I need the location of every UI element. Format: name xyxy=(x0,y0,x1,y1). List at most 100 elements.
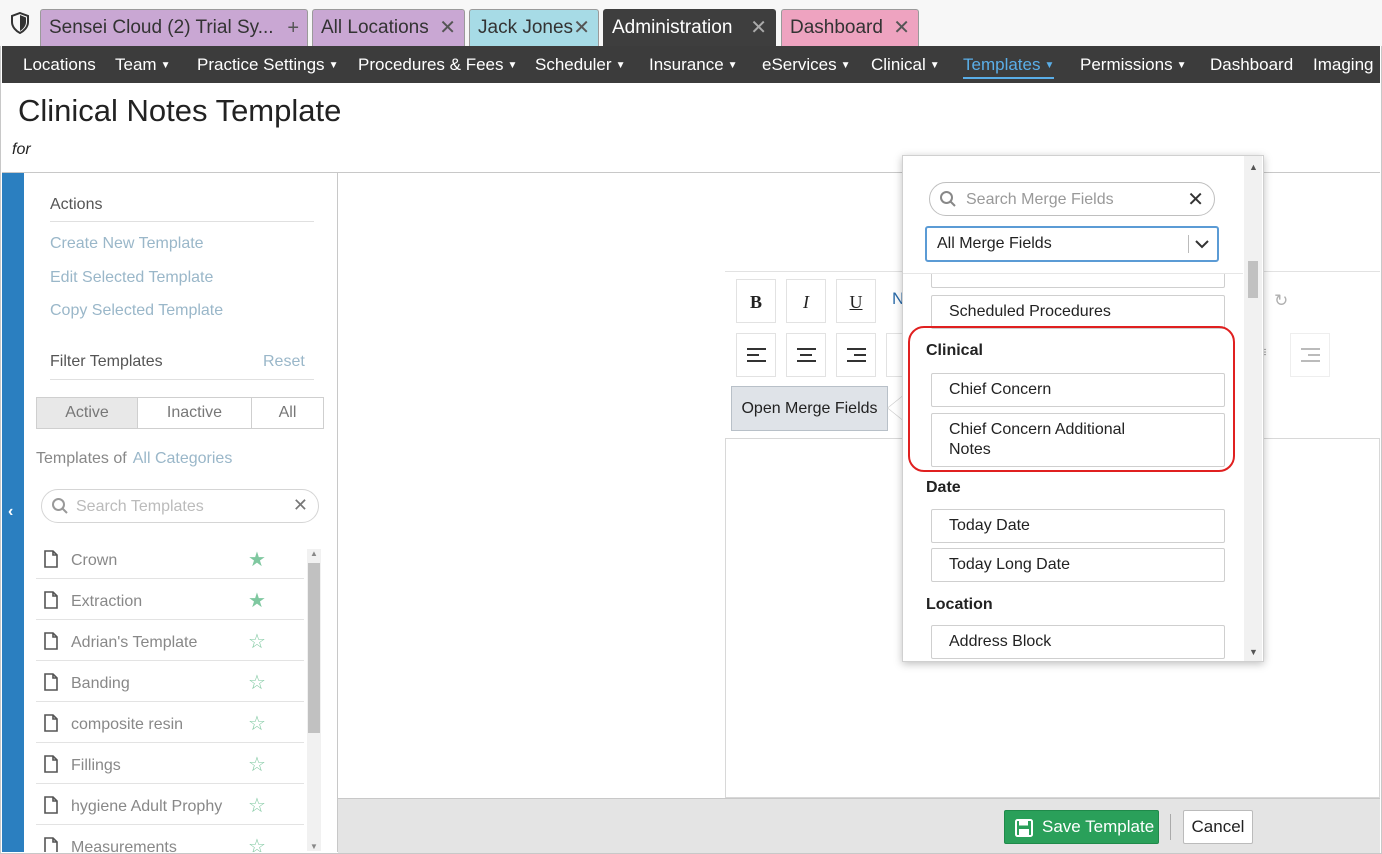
filter-all-button[interactable]: All xyxy=(251,398,323,428)
open-merge-fields-button[interactable]: Open Merge Fields xyxy=(731,386,888,431)
nav-scheduler[interactable]: Scheduler ▼ xyxy=(535,46,625,83)
nav-practice-settings[interactable]: Practice Settings ▼ xyxy=(197,46,338,83)
nav-clinical[interactable]: Clinical ▼ xyxy=(871,46,940,83)
nav-templates[interactable]: Templates ▼ xyxy=(963,46,1055,83)
star-outline-icon[interactable]: ☆ xyxy=(248,752,266,777)
nav-eservices[interactable]: eServices ▼ xyxy=(762,46,851,83)
category-link[interactable]: All Categories xyxy=(133,450,233,467)
close-icon[interactable]: ✕ xyxy=(573,10,590,46)
scrollbar-thumb[interactable] xyxy=(308,563,320,733)
template-row[interactable]: Fillings ☆ xyxy=(36,749,304,784)
close-icon[interactable]: ✕ xyxy=(750,10,767,46)
page-title: Clinical Notes Template xyxy=(18,93,342,128)
caret-down-icon: ▼ xyxy=(929,60,940,71)
document-icon xyxy=(44,591,58,614)
nav-permissions[interactable]: Permissions ▼ xyxy=(1080,46,1187,83)
edit-template-link[interactable]: Edit Selected Template xyxy=(50,269,213,287)
bold-button[interactable]: B xyxy=(736,279,776,323)
reset-filter-link[interactable]: Reset xyxy=(263,353,305,371)
nav-insurance[interactable]: Insurance ▼ xyxy=(649,46,738,83)
shield-icon[interactable] xyxy=(10,12,30,34)
plus-icon[interactable]: + xyxy=(287,10,299,46)
tab-administration[interactable]: Administration ✕ xyxy=(603,9,776,46)
template-row[interactable]: Measurements ☆ xyxy=(36,831,304,852)
nav-imaging[interactable]: Imaging xyxy=(1313,46,1373,83)
star-filled-icon[interactable]: ★ xyxy=(248,547,266,572)
tab-all-locations[interactable]: All Locations ✕ xyxy=(312,9,465,46)
merge-group-heading: Location xyxy=(926,596,993,613)
template-list-scrollbar[interactable]: ▲ ▼ xyxy=(307,549,321,851)
scroll-down-icon[interactable]: ▼ xyxy=(1249,647,1258,657)
template-name: Adrian's Template xyxy=(71,634,198,651)
underline-button[interactable]: U xyxy=(836,279,876,323)
template-row[interactable]: hygiene Adult Prophy ☆ xyxy=(36,790,304,825)
template-row[interactable]: composite resin ☆ xyxy=(36,708,304,743)
popup-pointer xyxy=(888,396,903,420)
merge-search-input[interactable] xyxy=(964,189,1188,211)
merge-list-scrollbar[interactable]: ▲ ▼ xyxy=(1244,156,1262,661)
merge-field-item[interactable]: Today Long Date xyxy=(931,548,1225,582)
italic-button[interactable]: I xyxy=(786,279,826,323)
filter-inactive-button[interactable]: Inactive xyxy=(137,398,251,428)
chevron-left-icon[interactable]: ‹ xyxy=(8,503,13,521)
caret-down-icon: ▼ xyxy=(840,60,851,71)
template-row[interactable]: Extraction ★ xyxy=(36,585,304,620)
clear-search-icon[interactable]: ✕ xyxy=(1187,187,1204,212)
star-outline-icon[interactable]: ☆ xyxy=(248,711,266,736)
star-outline-icon[interactable]: ☆ xyxy=(248,793,266,818)
create-template-link[interactable]: Create New Template xyxy=(50,235,204,253)
template-row[interactable]: Banding ☆ xyxy=(36,667,304,702)
scroll-up-icon[interactable]: ▲ xyxy=(310,549,318,558)
save-template-button[interactable]: Save Template xyxy=(1004,810,1159,844)
merge-field-item[interactable]: Address Block xyxy=(931,625,1225,659)
sidebar-collapse-strip[interactable]: ‹ xyxy=(2,173,24,852)
template-row[interactable]: Adrian's Template ☆ xyxy=(36,626,304,661)
caret-down-icon: ▼ xyxy=(1176,60,1187,71)
nav-dashboard[interactable]: Dashboard xyxy=(1210,46,1293,83)
indent-button[interactable] xyxy=(1290,333,1330,377)
template-name: Measurements xyxy=(71,839,177,852)
nav-team[interactable]: Team ▼ xyxy=(115,46,170,83)
align-right-button[interactable] xyxy=(836,333,876,377)
align-left-button[interactable] xyxy=(736,333,776,377)
star-filled-icon[interactable]: ★ xyxy=(248,588,266,613)
template-row[interactable]: Crown ★ xyxy=(36,544,304,579)
scrollbar-thumb[interactable] xyxy=(1248,261,1258,298)
tab-label: Administration xyxy=(612,17,733,38)
copy-template-link[interactable]: Copy Selected Template xyxy=(50,302,223,320)
star-outline-icon[interactable]: ☆ xyxy=(248,629,266,654)
nav-locations[interactable]: Locations xyxy=(23,46,96,83)
tab-jack-jones[interactable]: Jack Jones ✕ xyxy=(469,9,599,46)
close-icon[interactable]: ✕ xyxy=(893,10,910,46)
nav-label: Dashboard xyxy=(1210,55,1294,74)
tab-label: All Locations xyxy=(321,17,429,38)
template-search-input[interactable] xyxy=(74,496,288,518)
close-icon[interactable]: ✕ xyxy=(439,10,456,46)
nav-procedures-fees[interactable]: Procedures & Fees ▼ xyxy=(358,46,517,83)
tab-sensei-cloud[interactable]: Sensei Cloud (2) Trial Sy... + xyxy=(40,9,308,46)
merge-field-filter-select[interactable]: All Merge Fields xyxy=(925,226,1219,262)
filter-active-button[interactable]: Active xyxy=(37,398,137,428)
star-outline-icon[interactable]: ☆ xyxy=(248,834,266,852)
merge-field-item[interactable] xyxy=(931,274,1225,288)
document-icon xyxy=(44,673,58,696)
clinical-group-highlight xyxy=(908,326,1235,472)
cancel-button[interactable]: Cancel xyxy=(1183,810,1253,844)
nav-label: Procedures & Fees xyxy=(358,55,504,74)
merge-field-item[interactable]: Scheduled Procedures xyxy=(931,295,1225,329)
align-center-button[interactable] xyxy=(786,333,826,377)
nav-label: Team xyxy=(115,55,157,74)
merge-field-item[interactable]: Today Date xyxy=(931,509,1225,543)
clear-search-icon[interactable]: ✕ xyxy=(293,495,308,516)
justify-button[interactable] xyxy=(886,333,902,377)
caret-down-icon: ▼ xyxy=(1044,60,1055,71)
star-outline-icon[interactable]: ☆ xyxy=(248,670,266,695)
caret-down-icon: ▼ xyxy=(160,60,171,71)
tab-dashboard[interactable]: Dashboard ✕ xyxy=(781,9,919,46)
document-icon xyxy=(44,550,58,573)
redo-icon[interactable]: ↻ xyxy=(1274,291,1288,311)
caret-down-icon: ▼ xyxy=(507,60,518,71)
scroll-down-icon[interactable]: ▼ xyxy=(310,842,318,851)
scroll-up-icon[interactable]: ▲ xyxy=(1249,162,1258,172)
nav-label: Imaging xyxy=(1313,55,1374,74)
